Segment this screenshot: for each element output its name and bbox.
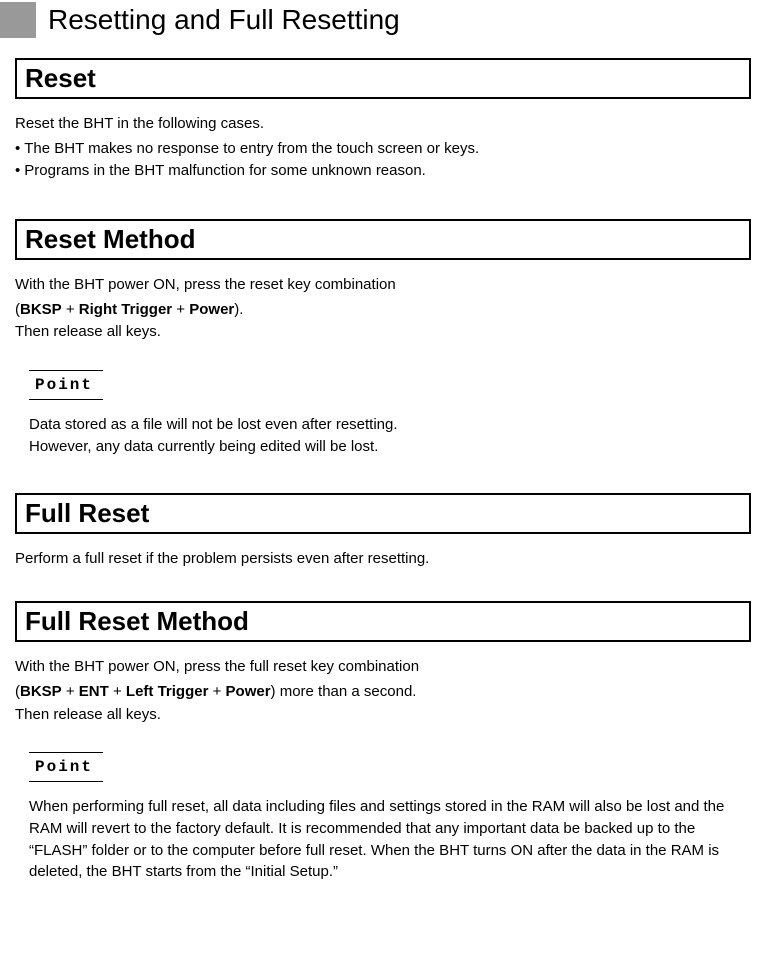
reset-method-line3: Then release all keys. (15, 321, 751, 344)
reset-method-line1: With the BHT power ON, press the reset k… (15, 274, 751, 297)
point-body: When performing full reset, all data inc… (29, 796, 751, 883)
full-reset-method-combo: (BKSP + ENT + Left Trigger + Power) more… (15, 680, 751, 703)
combo-key-bksp: BKSP (20, 683, 62, 700)
reset-bullet-2: • Programs in the BHT malfunction for so… (15, 160, 751, 183)
reset-bullet-1-text: The BHT makes no response to entry from … (24, 138, 479, 161)
combo-plus: + (62, 301, 79, 318)
combo-key-right-trigger: Right Trigger (79, 301, 172, 318)
combo-close: ) more than a second. (271, 683, 417, 700)
content: Reset Reset the BHT in the following cas… (0, 58, 766, 883)
combo-key-power: Power (226, 683, 271, 700)
point-label: Point (29, 370, 103, 400)
header-square-icon (0, 2, 36, 38)
section-heading-reset-method: Reset Method (15, 219, 751, 260)
combo-plus: + (172, 301, 189, 318)
page-header: Resetting and Full Resetting (0, 0, 766, 58)
point-body-line1: Data stored as a file will not be lost e… (29, 414, 751, 436)
combo-plus: + (208, 683, 225, 700)
combo-key-bksp: BKSP (20, 301, 62, 318)
reset-intro: Reset the BHT in the following cases. (15, 113, 751, 136)
reset-bullet-2-text: Programs in the BHT malfunction for some… (24, 160, 426, 183)
bullet-icon: • (15, 138, 20, 161)
combo-key-left-trigger: Left Trigger (126, 683, 209, 700)
full-reset-body: Perform a full reset if the problem pers… (15, 548, 751, 571)
bullet-icon: • (15, 160, 20, 183)
point-body-line2: However, any data currently being edited… (29, 436, 751, 458)
combo-close: ). (234, 301, 243, 318)
full-reset-method-line3: Then release all keys. (15, 704, 751, 727)
combo-key-power: Power (189, 301, 234, 318)
point-block-full-reset: Point When performing full reset, all da… (15, 752, 751, 883)
combo-plus: + (62, 683, 79, 700)
section-heading-full-reset-method: Full Reset Method (15, 601, 751, 642)
point-label: Point (29, 752, 103, 782)
point-block-reset: Point Data stored as a file will not be … (15, 370, 751, 458)
full-reset-method-line1: With the BHT power ON, press the full re… (15, 656, 751, 679)
section-heading-full-reset: Full Reset (15, 493, 751, 534)
combo-key-ent: ENT (79, 683, 109, 700)
page-title: Resetting and Full Resetting (48, 4, 400, 36)
combo-plus: + (109, 683, 126, 700)
reset-method-combo: (BKSP + Right Trigger + Power). (15, 298, 751, 321)
reset-bullet-1: • The BHT makes no response to entry fro… (15, 138, 751, 161)
section-heading-reset: Reset (15, 58, 751, 99)
